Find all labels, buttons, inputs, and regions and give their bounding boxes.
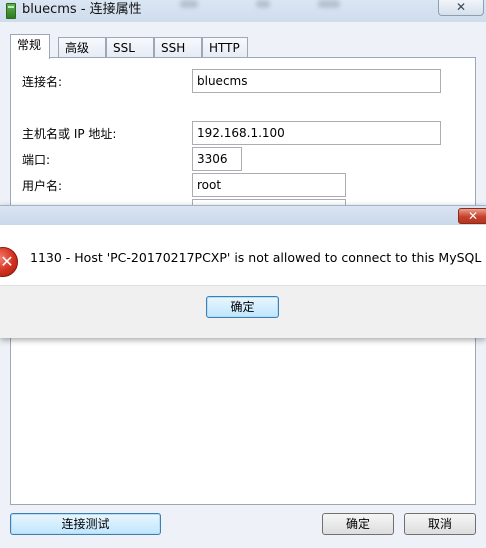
port-field[interactable]: 3306	[192, 147, 242, 171]
tab-label: 常规	[17, 38, 42, 52]
error-dialog-footer: 确定	[0, 285, 486, 338]
tab-label: 高级	[65, 41, 90, 55]
port-label: 端口:	[22, 153, 51, 167]
error-message-dialog: ✕ ✕ 1130 - Host 'PC-20170217PCXP' is not…	[0, 205, 486, 338]
error-message-text: 1130 - Host 'PC-20170217PCXP' is not all…	[30, 250, 486, 265]
error-dialog-titlebar: ✕	[0, 205, 486, 225]
close-icon: ✕	[455, 0, 467, 14]
error-ok-button[interactable]: 确定	[206, 296, 279, 318]
host-field[interactable]: 192.168.1.100	[192, 121, 441, 145]
tab-advanced[interactable]: 高级	[58, 37, 106, 57]
cancel-button[interactable]: 取消	[404, 513, 476, 535]
window-close-button[interactable]: ✕	[438, 0, 484, 16]
username-label: 用户名:	[22, 179, 63, 193]
screen: bluecms - 连接属性 ✕ 常规 高级 SSL SSH HTTP 连接名:…	[0, 0, 486, 548]
close-icon: ✕	[467, 209, 479, 223]
connection-name-field[interactable]: bluecms	[192, 69, 441, 93]
ok-button[interactable]: 确定	[322, 513, 394, 535]
database-connection-icon	[6, 3, 16, 19]
tab-label: HTTP	[209, 41, 240, 55]
error-dialog-close-button[interactable]: ✕	[458, 208, 486, 224]
tab-label: SSL	[113, 41, 135, 55]
error-glyph: ✕	[0, 252, 14, 271]
tab-ssh[interactable]: SSH	[154, 37, 202, 57]
tab-general[interactable]: 常规	[10, 34, 50, 59]
tab-ssl[interactable]: SSL	[106, 37, 154, 57]
tab-http[interactable]: HTTP	[202, 37, 248, 57]
tab-label: SSH	[161, 41, 186, 55]
dialog-titlebar: bluecms - 连接属性 ✕	[0, 0, 486, 22]
dialog-title: bluecms - 连接属性	[22, 2, 142, 17]
test-connection-button[interactable]: 连接测试	[10, 513, 161, 535]
blurred-title-fragment	[180, 0, 198, 8]
username-field[interactable]: root	[192, 173, 346, 197]
connection-name-label: 连接名:	[22, 75, 63, 89]
blurred-title-fragment	[318, 0, 340, 8]
host-label: 主机名或 IP 地址:	[22, 127, 117, 141]
blurred-title-fragment	[256, 0, 270, 8]
error-x-icon: ✕	[0, 247, 18, 277]
